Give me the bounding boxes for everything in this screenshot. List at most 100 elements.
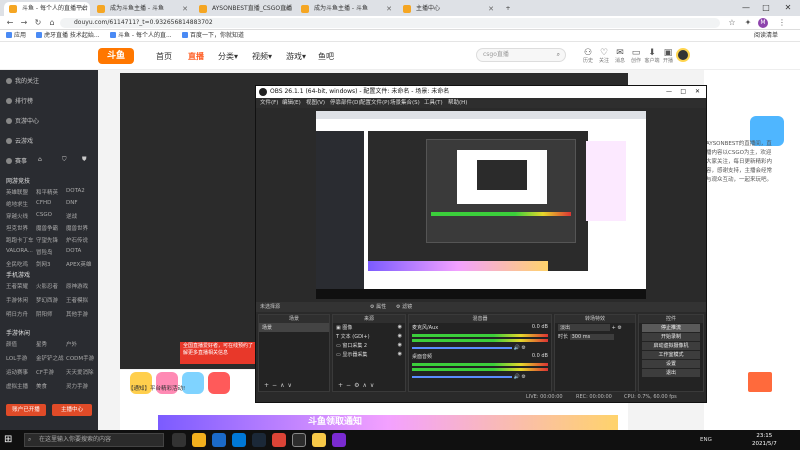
sidebar-category-link[interactable]: 穿越火线 — [6, 212, 28, 220]
remove-icon[interactable]: − — [272, 382, 277, 389]
extensions-icon[interactable]: ✦ — [742, 16, 754, 30]
source-item[interactable]: T 文本 (GDI+) ◉ — [333, 332, 405, 341]
taskbar-search-input[interactable]: ⌕ 在这里输入你要搜索的内容 — [24, 433, 164, 447]
transition-type-select[interactable]: 淡出 + ⚙ — [555, 323, 635, 332]
move-down-icon[interactable]: ∨ — [370, 382, 374, 389]
duration-input[interactable]: 300 ms — [569, 334, 614, 340]
app-icon[interactable] — [312, 433, 326, 447]
menu-edit[interactable]: 编辑(E) — [282, 98, 301, 108]
maximize-button[interactable]: □ — [756, 0, 776, 16]
gear-icon[interactable]: ⚙ — [354, 382, 359, 389]
sidebar-category-link[interactable]: DOTA — [66, 248, 81, 254]
douyu-logo[interactable]: 斗鱼 — [98, 48, 134, 64]
nav-category[interactable]: 分类▾ — [218, 51, 238, 62]
sidebar-category-link[interactable]: 守望先锋 — [36, 236, 58, 244]
sidebar-category-link[interactable]: LOL手游 — [6, 354, 27, 362]
eye-icon[interactable]: ◉ — [398, 351, 402, 357]
sidebar-category-link[interactable]: 天天爱消除 — [66, 368, 94, 376]
sidebar-shield-icon[interactable]: ⛉ — [62, 156, 67, 164]
sidebar-category-link[interactable]: 坦克世界 — [6, 224, 28, 232]
app-icon[interactable] — [332, 433, 346, 447]
close-icon[interactable]: ✕ — [182, 2, 188, 16]
gift-mascot-icon[interactable] — [182, 372, 204, 394]
source-item[interactable]: ▭ 显示器采集 ◉ — [333, 350, 405, 359]
obs-preview-canvas[interactable] — [316, 111, 646, 299]
sidebar-category-link[interactable]: 魔兽争霸 — [36, 224, 58, 232]
tab-streamer-center[interactable]: 主播中心 ✕ — [398, 2, 498, 16]
close-icon[interactable]: ✕ — [80, 2, 86, 16]
bookmark-douyu[interactable]: 斗鱼 - 每个人的直... — [110, 30, 172, 42]
move-up-icon[interactable]: ∧ — [280, 382, 284, 389]
sidebar-category-link[interactable]: CFHD — [36, 200, 51, 206]
sidebar-category-link[interactable]: APEX英雄 — [66, 260, 91, 268]
windows-start-icon[interactable]: ⊞ — [4, 434, 16, 446]
new-tab-button[interactable]: + — [500, 2, 516, 16]
sidebar-category-link[interactable]: 户外 — [66, 340, 77, 348]
sidebar-category-link[interactable]: CSGO — [36, 212, 52, 218]
desktop-volume-slider[interactable] — [412, 375, 512, 378]
bookmark-huya[interactable]: 虎牙直播 技术起始... — [36, 30, 100, 42]
account-live-button[interactable]: 账户已开播 — [6, 404, 46, 416]
sidebar-category-link[interactable]: 运动赛事 — [6, 368, 28, 376]
home-icon[interactable]: ⌂ — [46, 16, 58, 30]
sidebar-category-link[interactable]: 王者荣耀 — [6, 282, 28, 290]
sidebar-category-link[interactable]: CODM手游 — [66, 354, 94, 362]
add-icon[interactable]: + — [338, 382, 343, 389]
sidebar-category-link[interactable]: 原神游戏 — [66, 282, 88, 290]
nav-home[interactable]: 首页 — [156, 51, 172, 62]
studio-mode-button[interactable]: 工作室模式 — [642, 351, 700, 359]
url-input[interactable]: douyu.com/6114711?_t=0.932656814883702 — [60, 18, 720, 28]
sidebar-category-link[interactable]: 灵力手游 — [66, 382, 88, 390]
mic-volume-slider[interactable] — [412, 346, 512, 349]
eye-icon[interactable]: ◉ — [398, 342, 402, 348]
sidebar-category-link[interactable]: 全民吃鸡 — [6, 260, 28, 268]
nav-video[interactable]: 视频▾ — [252, 51, 272, 62]
sidebar-shield-alt-icon[interactable]: ⛊ — [82, 156, 87, 164]
gift-button[interactable] — [748, 372, 772, 392]
start-recording-button[interactable]: 开始录制 — [642, 333, 700, 341]
sidebar-category-link[interactable]: 王者模拟 — [66, 296, 88, 304]
steam-icon[interactable] — [252, 433, 266, 447]
speaker-icon[interactable]: 🔊 — [514, 345, 520, 351]
sidebar-item-webgame[interactable]: 页游中心 — [6, 116, 39, 125]
sidebar-category-link[interactable]: CF手游 — [36, 368, 54, 376]
menu-dots-icon[interactable]: ⋮ — [776, 16, 788, 30]
gear-icon[interactable]: ⚙ — [617, 325, 621, 331]
source-item[interactable]: ▭ 窗口采集 2 ◉ — [333, 341, 405, 350]
close-icon[interactable]: ✕ — [488, 2, 494, 16]
sidebar-category-link[interactable]: 阴阳师 — [36, 310, 53, 318]
sidebar-item-esports[interactable]: 赛事 — [6, 156, 27, 165]
site-search-input[interactable]: csgo直播 ⌕ — [476, 48, 566, 62]
sidebar-category-link[interactable]: DNF — [66, 200, 78, 206]
task-view-icon[interactable] — [172, 433, 186, 447]
reading-list[interactable]: 阅读清单 — [754, 30, 778, 42]
sidebar-category-link[interactable]: VALORA... — [6, 248, 33, 254]
sidebar-category-link[interactable]: 绝地求生 — [6, 200, 28, 208]
sidebar-category-link[interactable]: 跑跑卡丁车 — [6, 236, 34, 244]
move-up-icon[interactable]: ∧ — [362, 382, 366, 389]
nav-game[interactable]: 游戏▾ — [286, 51, 306, 62]
sidebar-item-ranking[interactable]: 排行榜 — [6, 96, 33, 105]
nav-live[interactable]: 直播 — [188, 51, 204, 62]
menu-scene-collection[interactable]: 场景集合(S) — [390, 98, 420, 108]
maximize-button[interactable]: □ — [680, 86, 686, 98]
forward-arrow-icon[interactable]: → — [18, 16, 30, 30]
move-down-icon[interactable]: ∨ — [287, 382, 291, 389]
promo-red-box[interactable]: 全国直播爱好者，可在线预约了解更多直播相关信息 — [180, 342, 256, 364]
properties-button[interactable]: ⚙ 属性 — [370, 302, 386, 312]
sidebar-category-link[interactable]: 梦幻西游 — [36, 296, 58, 304]
sidebar-category-link[interactable]: 英雄联盟 — [6, 188, 28, 196]
taskbar-clock[interactable]: 23:15 2021/5/7 — [752, 432, 777, 448]
sidebar-category-link[interactable]: 手游休闲 — [6, 296, 28, 304]
close-window-button[interactable]: ✕ — [778, 0, 798, 16]
profile-avatar[interactable]: M — [758, 18, 768, 28]
menu-profile[interactable]: 配置文件(P) — [360, 98, 390, 108]
settings-button[interactable]: 设置 — [642, 360, 700, 368]
file-explorer-icon[interactable] — [192, 433, 206, 447]
sidebar-category-link[interactable]: 虚拟主播 — [6, 382, 28, 390]
speaker-icon[interactable]: 🔊 — [514, 374, 520, 380]
nav-yuba[interactable]: 鱼吧 — [318, 51, 334, 62]
sidebar-home-icon[interactable]: ⌂ — [38, 156, 42, 163]
menu-tools[interactable]: 工具(T) — [424, 98, 443, 108]
close-icon[interactable]: ✕ — [284, 2, 290, 16]
